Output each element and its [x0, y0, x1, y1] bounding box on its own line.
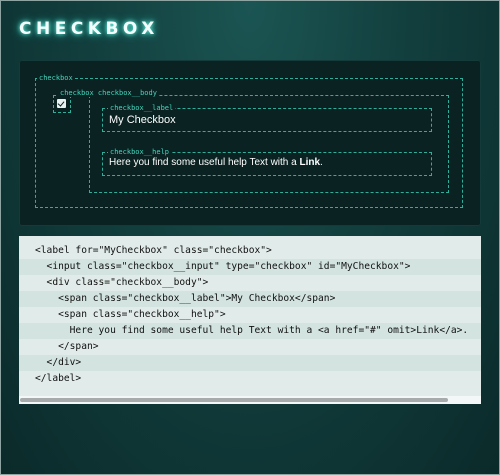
code-line: </label> [35, 373, 82, 384]
checkbox-help-tag: checkbox__help [108, 148, 172, 156]
scrollbar-thumb[interactable] [20, 398, 448, 402]
horizontal-scrollbar[interactable] [19, 396, 481, 404]
code-line: <input class="checkbox__input" type="che… [19, 259, 481, 275]
checkbox-input[interactable] [57, 99, 66, 108]
code-line: <span class="checkbox__label">My Checkbo… [19, 291, 481, 307]
page-title: CHECKBOX [19, 19, 159, 39]
code-line: <label for="MyCheckbox" class="checkbox"… [35, 245, 272, 256]
code-snippet: <label for="MyCheckbox" class="checkbox"… [19, 236, 481, 404]
code-line: </span> [35, 341, 99, 352]
help-text: Here you find some useful help Text with… [109, 157, 300, 168]
code-line: Here you find some useful help Text with… [19, 323, 481, 339]
checkbox-label[interactable]: My Checkbox [109, 114, 176, 126]
code-line: <span class="checkbox__help"> [35, 309, 226, 320]
demo-panel: checkbox checkbox checkbox__body checkbo… [19, 60, 481, 226]
checkbox-help: Here you find some useful help Text with… [109, 157, 323, 168]
checkbox-label-tag: checkbox__label [108, 104, 176, 112]
checkbox-body-tag: checkbox checkbox__body [58, 89, 159, 97]
checkbox-tag: checkbox [37, 74, 75, 82]
help-link[interactable]: Link [299, 157, 320, 168]
code-line: </div> [19, 355, 481, 371]
help-period: . [320, 157, 323, 168]
code-line: <div class="checkbox__body"> [35, 277, 209, 288]
